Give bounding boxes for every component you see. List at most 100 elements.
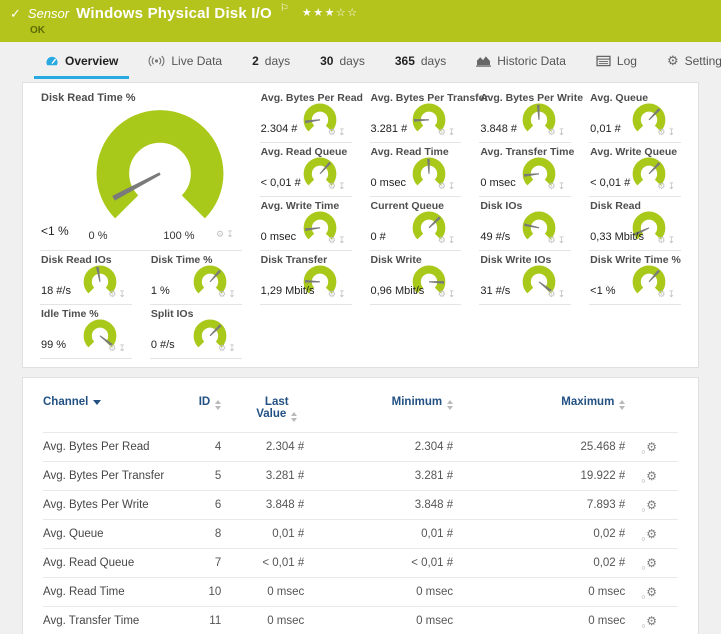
gauge-cell: Avg. Bytes Per Transfer 3.281 # ⚙↧ xyxy=(370,89,462,143)
gauge-value: 1,29 Mbit/s xyxy=(261,285,315,297)
tab[interactable]: 365 days xyxy=(380,42,461,79)
gauge-pin-icon[interactable]: ↧ xyxy=(448,235,458,245)
column-header-channel[interactable]: Channel xyxy=(43,390,175,433)
tab[interactable]: 2 days xyxy=(237,42,305,79)
channel-settings-icon[interactable]: ○⚙ xyxy=(646,527,657,541)
channel-name[interactable]: Avg. Queue xyxy=(43,520,175,549)
tab[interactable]: Log xyxy=(581,42,652,79)
channel-settings-icon[interactable]: ○⚙ xyxy=(646,614,657,628)
tab[interactable]: Live Data xyxy=(133,42,237,79)
column-header-last-value[interactable]: Last Value xyxy=(221,390,304,433)
gauge-gear-icon[interactable]: ⚙ xyxy=(328,235,338,245)
gauge-value: 0 #/s xyxy=(151,339,175,351)
channel-settings-icon[interactable]: ○⚙ xyxy=(646,469,657,483)
gauge-gear-icon[interactable]: ⚙ xyxy=(548,181,558,191)
tab-bar: Overview Live Data xyxy=(0,42,721,79)
gauge-pin-icon[interactable]: ↧ xyxy=(448,289,458,299)
channel-name[interactable]: Avg. Transfer Time xyxy=(43,607,175,634)
channel-settings-icon[interactable]: ○⚙ xyxy=(646,556,657,570)
column-header-id[interactable]: ID xyxy=(175,390,222,433)
gauge-value: 3.281 # xyxy=(371,123,408,135)
channel-last-value: 3.848 # xyxy=(221,491,304,520)
gauge-pin-icon[interactable]: ↧ xyxy=(667,289,677,299)
gauge-pin-icon[interactable]: ↧ xyxy=(338,235,348,245)
gauge-cell: Disk Write IOs 31 #/s ⚙↧ xyxy=(479,251,571,305)
gauge-cell: Avg. Write Queue < 0,01 # ⚙↧ xyxy=(589,143,681,197)
channel-name[interactable]: Avg. Read Time xyxy=(43,578,175,607)
gauge-cell: Disk Write Time % <1 % ⚙↧ xyxy=(589,251,681,305)
gauge-pin-icon[interactable]: ↧ xyxy=(558,181,568,191)
tab[interactable]: Overview xyxy=(30,42,133,79)
gauge-title: Disk IOs xyxy=(480,200,522,212)
gauge-pin-icon[interactable]: ↧ xyxy=(448,181,458,191)
tab[interactable]: Historic Data xyxy=(461,42,581,79)
gauge-max-label: 100 % xyxy=(163,230,194,242)
flag-icon[interactable]: ⚐ xyxy=(280,3,289,14)
channel-settings-icon[interactable]: ○⚙ xyxy=(646,440,657,454)
priority-stars[interactable]: ★★★☆☆ xyxy=(302,6,359,19)
gauge-gear-icon[interactable]: ⚙ xyxy=(328,127,338,137)
gauge-pin-icon[interactable]: ↧ xyxy=(448,127,458,137)
gauge-gear-icon[interactable]: ⚙ xyxy=(548,289,558,299)
gauge-gear-icon[interactable]: ⚙ xyxy=(108,343,118,353)
tab[interactable]: ⚙ Settings xyxy=(652,42,721,79)
gauge-pin-icon[interactable]: ↧ xyxy=(338,127,348,137)
page-title: Windows Physical Disk I/O xyxy=(76,5,272,22)
channel-name[interactable]: Avg. Bytes Per Write xyxy=(43,491,175,520)
gauge-gear-icon[interactable]: ⚙ xyxy=(438,289,448,299)
gauge-value: 0 msec xyxy=(371,177,406,189)
gauge-pin-icon[interactable]: ↧ xyxy=(228,343,238,353)
gauge-gear-icon[interactable]: ⚙ xyxy=(438,181,448,191)
gauges-panel: Disk Read Time % 0 % 100 % <1 % ⚙↧ Avg. … xyxy=(22,82,699,368)
gauge-gear-icon[interactable]: ⚙ xyxy=(657,127,667,137)
gauge-gear-icon[interactable]: ⚙ xyxy=(657,235,667,245)
gauge-gear-icon[interactable]: ⚙ xyxy=(218,289,228,299)
gauge-gear-icon[interactable]: ⚙ xyxy=(218,343,228,353)
gauge-pin-icon[interactable]: ↧ xyxy=(558,235,568,245)
gauge-gear-icon[interactable]: ⚙ xyxy=(657,181,667,191)
gauge-gear-icon[interactable]: ⚙ xyxy=(108,289,118,299)
channel-maximum: 19.922 # xyxy=(453,462,625,491)
gauge-gear-icon[interactable]: ⚙ xyxy=(328,181,338,191)
tab-label: days xyxy=(265,54,290,68)
column-header-minimum[interactable]: Minimum xyxy=(304,390,453,433)
gauge-cell: Idle Time % 99 % ⚙↧ xyxy=(40,305,132,359)
gauge-pin-icon[interactable]: ↧ xyxy=(667,181,677,191)
gauge-pin-icon[interactable]: ↧ xyxy=(118,343,128,353)
tab-label: days xyxy=(421,54,446,68)
gauge-pin-icon[interactable]: ↧ xyxy=(338,181,348,191)
gauge-pin-icon[interactable]: ↧ xyxy=(118,289,128,299)
channel-id: 5 xyxy=(175,462,222,491)
gauge-gear-icon[interactable]: ⚙ xyxy=(548,127,558,137)
tab[interactable]: 30 days xyxy=(305,42,380,79)
gauge-value: 0,33 Mbit/s xyxy=(590,231,644,243)
gauge-pin-icon[interactable]: ↧ xyxy=(667,235,677,245)
channel-settings-icon[interactable]: ○⚙ xyxy=(646,498,657,512)
channel-settings-icon[interactable]: ○⚙ xyxy=(646,585,657,599)
gauge-gear-icon[interactable]: ⚙ xyxy=(438,235,448,245)
gauge-gear-icon[interactable]: ⚙ xyxy=(548,235,558,245)
gauge-pin-icon[interactable]: ↧ xyxy=(558,289,568,299)
gauge-pin-icon[interactable]: ↧ xyxy=(558,127,568,137)
gauge-gear-icon[interactable]: ⚙ xyxy=(216,229,226,239)
gauge-pin-icon[interactable]: ↧ xyxy=(228,289,238,299)
column-header-maximum[interactable]: Maximum xyxy=(453,390,625,433)
gauge-cell: Disk IOs 49 #/s ⚙↧ xyxy=(479,197,571,251)
gauges-grid: Disk Read Time % 0 % 100 % <1 % ⚙↧ Avg. … xyxy=(31,89,690,359)
gauge-value: 2.304 # xyxy=(261,123,298,135)
gauge-pin-icon[interactable]: ↧ xyxy=(338,289,348,299)
gauge-pin-icon[interactable]: ↧ xyxy=(226,229,236,239)
channel-name[interactable]: Avg. Bytes Per Transfer xyxy=(43,462,175,491)
channel-name[interactable]: Avg. Bytes Per Read xyxy=(43,433,175,462)
channel-minimum: 3.848 # xyxy=(304,491,453,520)
gauge-gear-icon[interactable]: ⚙ xyxy=(328,289,338,299)
channel-minimum: 2.304 # xyxy=(304,433,453,462)
gauge-cell: Current Queue 0 # ⚙↧ xyxy=(370,197,462,251)
gauge-title: Split IOs xyxy=(151,308,194,320)
gauge-gear-icon[interactable]: ⚙ xyxy=(438,127,448,137)
gauge-pin-icon[interactable]: ↧ xyxy=(667,127,677,137)
channel-name[interactable]: Avg. Read Queue xyxy=(43,549,175,578)
gauge-gear-icon[interactable]: ⚙ xyxy=(657,289,667,299)
tab-label: Historic Data xyxy=(497,54,566,68)
gauge-value: 1 % xyxy=(151,285,170,297)
